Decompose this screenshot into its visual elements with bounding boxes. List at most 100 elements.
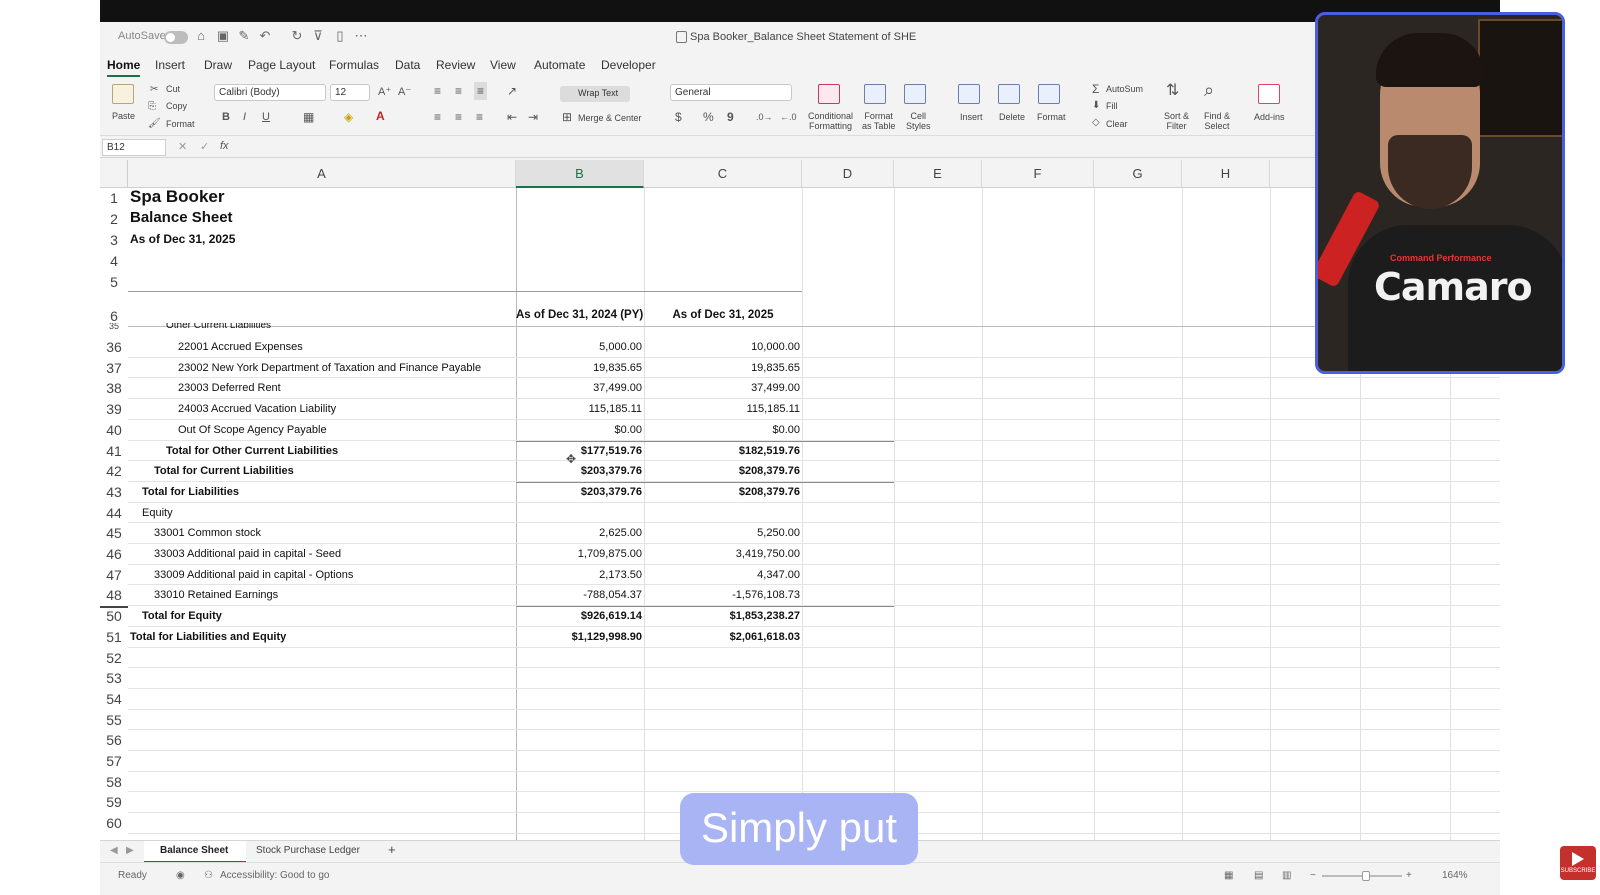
account-label[interactable]: 24003 Accrued Vacation Liability: [178, 403, 336, 415]
account-label[interactable]: 33003 Additional paid in capital - Seed: [154, 548, 341, 560]
align-bottom-icon[interactable]: ≡: [474, 82, 488, 100]
wrap-text-button[interactable]: Wrap Text: [560, 86, 630, 102]
account-label[interactable]: 22001 Accrued Expenses: [178, 341, 303, 353]
prior-year-amount[interactable]: 37,499.00: [516, 382, 642, 394]
row-header[interactable]: 59: [100, 792, 128, 814]
underline-button[interactable]: U: [262, 110, 270, 124]
column-c-heading[interactable]: As of Dec 31, 2025: [644, 309, 802, 321]
sort-filter-button[interactable]: Sort & Filter: [1164, 111, 1189, 131]
delete-cells-icon[interactable]: [998, 84, 1020, 104]
row-header[interactable]: 38: [100, 378, 128, 400]
increase-font-icon[interactable]: A⁺: [378, 85, 391, 99]
spreadsheet-grid[interactable]: A B C D E F G H 1 Spa Booker 2 Balance S…: [100, 160, 1500, 840]
align-top-icon[interactable]: ≡: [434, 84, 441, 98]
account-label[interactable]: Equity: [142, 507, 173, 519]
row-header[interactable]: 57: [100, 751, 128, 772]
font-name-select[interactable]: Calibri (Body): [214, 84, 326, 101]
cancel-icon[interactable]: ✕: [178, 140, 187, 153]
prior-year-amount[interactable]: 2,173.50: [516, 569, 642, 581]
cut-icon[interactable]: ✂: [150, 83, 158, 97]
font-color-icon[interactable]: A: [376, 109, 385, 123]
prior-year-amount[interactable]: $926,619.14: [516, 610, 642, 622]
row-header[interactable]: 40: [100, 419, 128, 441]
row-header[interactable]: 5: [100, 274, 128, 294]
align-middle-icon[interactable]: ≡: [455, 84, 462, 98]
row-header[interactable]: 36: [100, 337, 128, 358]
row-header[interactable]: 47: [100, 564, 128, 586]
format-as-table-icon[interactable]: [864, 84, 886, 104]
row-header[interactable]: 45: [100, 523, 128, 544]
enter-icon[interactable]: ✓: [200, 140, 209, 153]
row-header[interactable]: 43: [100, 481, 128, 503]
select-all-corner[interactable]: [100, 160, 128, 188]
insert-cells-button[interactable]: Insert: [960, 112, 983, 122]
accessibility-icon[interactable]: ⚇: [204, 870, 213, 881]
bold-button[interactable]: B: [222, 110, 230, 124]
sort-filter-icon[interactable]: ⇅: [1166, 83, 1179, 99]
row-header[interactable]: 52: [100, 647, 128, 669]
copy-button[interactable]: Copy: [166, 101, 187, 111]
prior-year-amount[interactable]: $1,129,998.90: [516, 631, 642, 643]
prior-year-amount[interactable]: $203,379.76: [516, 486, 642, 498]
column-header-d[interactable]: D: [802, 160, 894, 188]
account-label[interactable]: Total for Equity: [142, 610, 222, 622]
zoom-level[interactable]: 164%: [1442, 870, 1468, 881]
format-cells-button[interactable]: Format: [1037, 112, 1066, 122]
fill-icon[interactable]: ⬇: [1092, 99, 1100, 113]
tab-home[interactable]: Home: [107, 58, 141, 77]
account-label[interactable]: Total for Current Liabilities: [154, 465, 294, 477]
current-year-amount[interactable]: 37,499.00: [644, 382, 800, 394]
company-name[interactable]: Spa Booker: [130, 187, 224, 207]
current-year-amount[interactable]: 19,835.65: [644, 362, 800, 374]
row-header[interactable]: 51: [100, 626, 128, 648]
tab-page-layout[interactable]: Page Layout: [248, 58, 315, 72]
current-year-amount[interactable]: 5,250.00: [644, 527, 800, 539]
prior-year-amount[interactable]: 19,835.65: [516, 362, 642, 374]
column-header-c[interactable]: C: [644, 160, 802, 188]
format-painter-button[interactable]: Format: [166, 119, 195, 129]
paste-icon[interactable]: [112, 84, 134, 104]
comma-style-button[interactable]: 9: [727, 110, 734, 124]
more-icon[interactable]: ⋯: [354, 29, 368, 43]
column-header-g[interactable]: G: [1094, 160, 1182, 188]
find-select-button[interactable]: Find & Select: [1204, 111, 1230, 131]
column-header-e[interactable]: E: [894, 160, 982, 188]
column-header-f[interactable]: F: [982, 160, 1094, 188]
new-doc-icon[interactable]: ▯: [333, 29, 347, 43]
redo-icon[interactable]: ↻: [290, 29, 304, 43]
row-header[interactable]: 48: [100, 585, 128, 607]
row-header[interactable]: 46: [100, 544, 128, 565]
row-header[interactable]: 58: [100, 771, 128, 793]
prev-sheet-icon[interactable]: ◀: [110, 844, 118, 858]
merge-center-button[interactable]: Merge & Center: [578, 113, 642, 123]
prior-year-amount[interactable]: 2,625.00: [516, 527, 642, 539]
column-header-h[interactable]: H: [1182, 160, 1270, 188]
prior-year-amount[interactable]: $203,379.76: [516, 465, 642, 477]
currency-button[interactable]: $: [675, 110, 682, 124]
addins-button[interactable]: Add-ins: [1254, 112, 1285, 122]
zoom-slider-thumb[interactable]: [1362, 871, 1370, 881]
current-year-amount[interactable]: $208,379.76: [644, 486, 800, 498]
page-break-view-icon[interactable]: ▥: [1282, 870, 1291, 881]
prior-year-amount[interactable]: 5,000.00: [516, 341, 642, 353]
undo-icon[interactable]: ↶: [258, 29, 272, 43]
row-header[interactable]: 39: [100, 399, 128, 420]
format-as-table-button[interactable]: Format as Table: [862, 111, 895, 131]
tab-draw[interactable]: Draw: [204, 58, 232, 72]
edit-icon[interactable]: ✎: [237, 29, 251, 43]
page-layout-view-icon[interactable]: ▤: [1254, 870, 1263, 881]
row-header[interactable]: 42: [100, 461, 128, 482]
add-sheet-button[interactable]: +: [388, 842, 396, 857]
row-header[interactable]: 3: [100, 232, 128, 252]
column-header-b[interactable]: B: [516, 160, 644, 188]
row-header[interactable]: 54: [100, 688, 128, 710]
current-year-amount[interactable]: $2,061,618.03: [644, 631, 800, 643]
current-year-amount[interactable]: -1,576,108.73: [644, 589, 800, 601]
copy-icon[interactable]: ⎘: [148, 100, 156, 114]
row-header[interactable]: 56: [100, 730, 128, 751]
current-year-amount[interactable]: 3,419,750.00: [644, 548, 800, 560]
prior-year-amount[interactable]: $177,519.76: [516, 445, 642, 457]
find-select-icon[interactable]: ⌕: [1204, 81, 1214, 99]
report-title[interactable]: Balance Sheet: [130, 209, 233, 226]
tab-view[interactable]: View: [490, 58, 516, 72]
